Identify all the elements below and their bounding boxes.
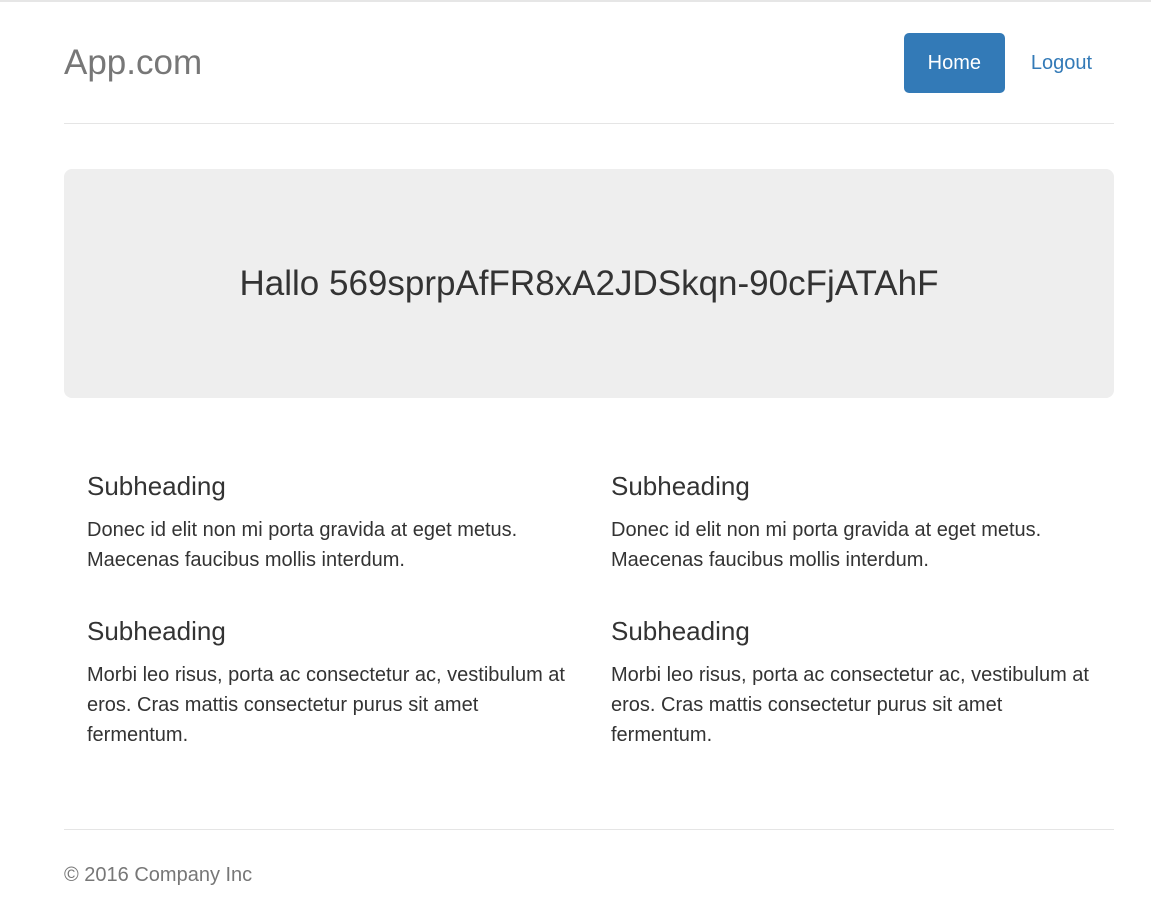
subheading: Subheading <box>611 616 750 646</box>
subheading: Subheading <box>87 471 226 501</box>
subheading: Subheading <box>611 471 750 501</box>
header: App.com Home Logout <box>64 0 1114 124</box>
nav-logout-link[interactable]: Logout <box>1009 33 1114 93</box>
jumbotron: Hallo 569sprpAfFR8xA2JDSkqn-90cFjATAhF <box>64 169 1114 398</box>
paragraph: Morbi leo risus, porta ac consectetur ac… <box>611 664 1089 746</box>
paragraph: Morbi leo risus, porta ac consectetur ac… <box>87 664 565 746</box>
page-container: App.com Home Logout Hallo 569sprpAfFR8xA… <box>64 0 1114 886</box>
paragraph: Donec id elit non mi porta gravida at eg… <box>611 519 1042 571</box>
nav-bar: Home Logout <box>903 33 1114 93</box>
brand-title: App.com <box>64 43 203 82</box>
nav-home-button[interactable]: Home <box>903 33 1005 93</box>
subheading: Subheading <box>87 616 226 646</box>
footer: © 2016 Company Inc <box>64 829 1114 888</box>
marketing-column-left: Subheading Donec id elit non mi porta gr… <box>87 470 567 790</box>
marketing-column-right: Subheading Donec id elit non mi porta gr… <box>611 470 1091 790</box>
greeting-heading: Hallo 569sprpAfFR8xA2JDSkqn-90cFjATAhF <box>239 263 939 303</box>
paragraph: Donec id elit non mi porta gravida at eg… <box>87 519 518 571</box>
marketing-section: Subheading Donec id elit non mi porta gr… <box>87 470 1091 790</box>
copyright-text: © 2016 Company Inc <box>64 864 253 886</box>
